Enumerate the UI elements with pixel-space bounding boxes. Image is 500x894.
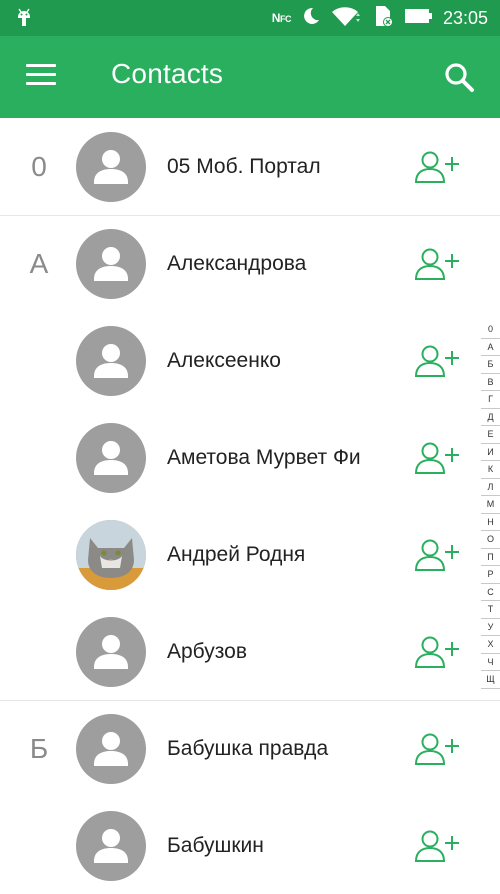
section-letter: [24, 506, 54, 603]
contact-name: Аметова Мурвет Фи: [167, 446, 361, 469]
index-letter[interactable]: В: [481, 374, 500, 391]
status-bar: NFC 23:05: [0, 0, 500, 36]
add-contact-icon[interactable]: [414, 150, 462, 184]
index-letter[interactable]: Х: [481, 636, 500, 654]
section-letter: 0: [31, 151, 47, 182]
section-letter: [24, 312, 54, 409]
contact-row[interactable]: Б Бабушка правда: [0, 700, 470, 797]
contact-row[interactable]: Аметова Мурвет Фи: [0, 409, 470, 506]
search-icon[interactable]: [442, 60, 476, 94]
section-letter: [24, 603, 54, 700]
index-letter[interactable]: Р: [481, 566, 500, 584]
contact-name: 05 Моб. Портал: [167, 155, 321, 178]
nfc-sub-label: FC: [279, 14, 292, 24]
index-letter[interactable]: У: [481, 619, 500, 636]
contact-name: Бабушкин: [167, 834, 264, 857]
wifi-icon: [331, 5, 361, 32]
contact-name: Бабушка правда: [167, 737, 329, 760]
index-letter[interactable]: Г: [481, 391, 500, 409]
app-bar: Contacts: [0, 36, 500, 118]
add-contact-icon[interactable]: [414, 344, 462, 378]
menu-icon[interactable]: [26, 64, 56, 88]
section-letter: [24, 409, 54, 506]
index-letter[interactable]: П: [481, 549, 500, 566]
contact-name: Андрей Родня: [167, 543, 306, 566]
section-letter: [24, 797, 54, 894]
clock: 23:05: [442, 7, 488, 28]
avatar-placeholder-icon[interactable]: [76, 132, 146, 202]
index-letter[interactable]: О: [481, 531, 500, 549]
avatar-placeholder-icon[interactable]: [76, 229, 146, 299]
contacts-list: 0 05 Моб. Портал А Александрова Алексеенко Ам…: [0, 118, 500, 889]
add-contact-icon[interactable]: [414, 732, 462, 766]
index-letter[interactable]: 0: [481, 321, 500, 339]
contact-row[interactable]: Алексеенко: [0, 312, 470, 409]
add-contact-icon[interactable]: [414, 538, 462, 572]
index-letter[interactable]: Е: [481, 426, 500, 444]
nfc-label: N: [271, 11, 281, 25]
alphabet-index: 0АБВГДЕИКЛМНОПРСТУХЧЩ: [481, 321, 500, 689]
index-letter[interactable]: Б: [481, 356, 500, 374]
index-letter[interactable]: Н: [481, 514, 500, 531]
nfc-icon: NFC: [271, 11, 292, 25]
add-contact-icon[interactable]: [414, 829, 462, 863]
section-letter: А: [29, 248, 49, 279]
add-contact-icon[interactable]: [414, 635, 462, 669]
index-letter[interactable]: Д: [481, 409, 500, 426]
index-letter[interactable]: А: [481, 339, 500, 356]
contact-row[interactable]: 0 05 Моб. Портал: [0, 118, 470, 215]
page-title: Contacts: [111, 58, 224, 89]
contact-name: Арбузов: [167, 640, 247, 663]
moon-icon: [301, 6, 321, 31]
avatar-placeholder-icon[interactable]: [76, 714, 146, 784]
contact-row[interactable]: Арбузов: [0, 603, 470, 700]
contact-name: Александрова: [167, 252, 307, 275]
battery-icon: [404, 8, 433, 29]
contact-row[interactable]: Бабушкин: [0, 797, 470, 894]
contact-name: Алексеенко: [167, 349, 281, 372]
add-contact-icon[interactable]: [414, 441, 462, 475]
index-letter[interactable]: К: [481, 461, 500, 479]
index-letter[interactable]: Т: [481, 601, 500, 619]
section-letter: Б: [29, 733, 49, 764]
android-icon: [14, 8, 34, 33]
index-letter[interactable]: С: [481, 584, 500, 601]
sd-card-icon: [371, 4, 395, 33]
index-letter[interactable]: Л: [481, 479, 500, 496]
index-letter[interactable]: Щ: [481, 671, 500, 689]
add-contact-icon[interactable]: [414, 247, 462, 281]
avatar-placeholder-icon[interactable]: [76, 811, 146, 881]
avatar-placeholder-icon[interactable]: [76, 617, 146, 687]
contact-row[interactable]: А Александрова: [0, 215, 470, 312]
contact-photo[interactable]: [76, 520, 146, 590]
index-letter[interactable]: Ч: [481, 654, 500, 671]
index-letter[interactable]: И: [481, 444, 500, 461]
index-letter[interactable]: М: [481, 496, 500, 514]
contact-row[interactable]: Андрей Родня: [0, 506, 470, 603]
avatar-placeholder-icon[interactable]: [76, 326, 146, 396]
avatar-placeholder-icon[interactable]: [76, 423, 146, 493]
